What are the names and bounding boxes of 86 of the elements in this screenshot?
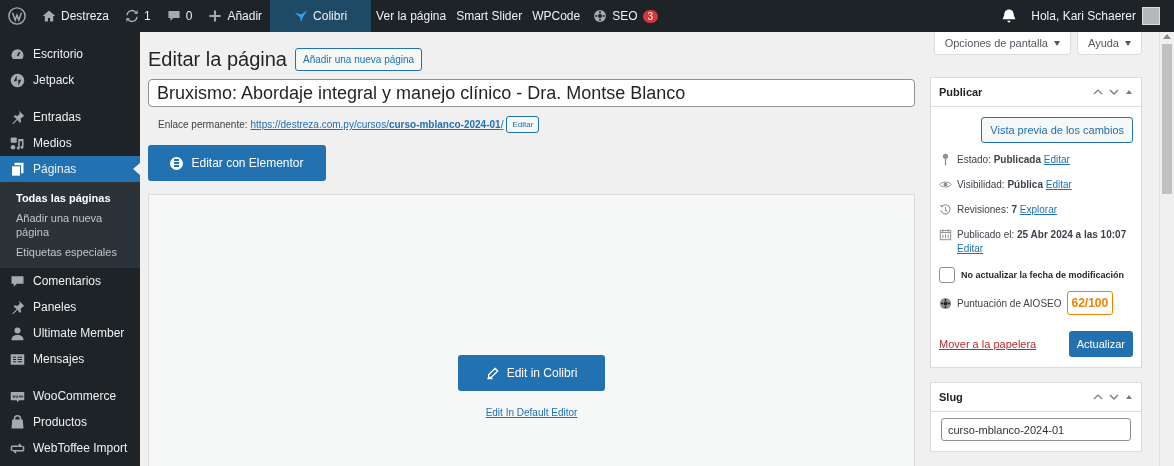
calendar-icon [939, 228, 952, 241]
permalink-label: Enlace permanente: [158, 119, 248, 130]
elementor-logo-icon [170, 156, 184, 170]
plus-icon [208, 9, 223, 23]
bell-icon[interactable] [1001, 8, 1018, 24]
caret-icon [1125, 40, 1131, 46]
seo-score-label: Puntuación de AIOSEO [957, 297, 1062, 309]
sidebar-item[interactable]: Comentarios [0, 268, 140, 294]
list-card-icon [10, 351, 25, 367]
sidebar-item[interactable]: Productos [0, 409, 140, 435]
admin-bar-item[interactable]: Smart Slider [451, 0, 528, 32]
admin-bar-item[interactable]: Ver la página [371, 0, 452, 32]
submenu-item[interactable]: Añadir una nueva página [0, 208, 140, 242]
history-clock-icon [939, 203, 952, 216]
admin-bar-item[interactable]: 0 [158, 0, 201, 32]
seo-score: 62/100 [1066, 291, 1114, 315]
speech-bubble-icon [10, 273, 25, 289]
preview-changes-button[interactable]: Vista previa de los cambios [981, 117, 1133, 143]
sidebar-item[interactable]: Páginas [0, 156, 140, 182]
home-icon [42, 9, 56, 23]
page-heading: Editar la página [148, 48, 287, 71]
chevron-up-icon[interactable] [1093, 87, 1103, 97]
publish-info-text: Revisiones: 7 Explorar [957, 203, 1058, 217]
publish-info-link[interactable]: Explorar [1019, 204, 1058, 215]
edit-permalink-button[interactable]: Editar [506, 116, 540, 133]
swap-arrows-icon [10, 440, 25, 456]
publish-info-link[interactable]: Editar [957, 242, 1127, 256]
hummingbird-icon [294, 9, 309, 23]
submenu-item[interactable]: Etiquetas especiales [0, 242, 140, 262]
slug-field[interactable]: curso-mblanco-2024-01 [941, 418, 1131, 441]
default-editor-link[interactable]: Edit In Default Editor [485, 407, 578, 418]
edit-with-elementor-button[interactable]: Editar con Elementor [148, 145, 326, 181]
sidebar-item[interactable]: Escritorio [0, 41, 140, 67]
screen-tab-button[interactable]: Ayuda [1077, 32, 1142, 55]
publish-info-text: Publicado el: 25 Abr 2024 a las 10:07 Editar [957, 228, 1127, 256]
sidebar-item[interactable]: Paneles [0, 294, 140, 320]
admin-bar-item[interactable]: 1 [117, 0, 159, 32]
chevron-down-icon[interactable] [1109, 87, 1119, 97]
publish-info-text: Visibilidad: Pública Editar [957, 178, 1072, 192]
admin-bar-item[interactable]: Destreza [34, 0, 118, 32]
publish-info-link[interactable]: Editar [1045, 179, 1072, 190]
user-greeting[interactable]: Hola, Kari Schaerer [1031, 9, 1136, 23]
pages-icon [10, 161, 25, 177]
publish-info-link[interactable]: Editar [1043, 154, 1070, 165]
submenu-item[interactable]: Todas las páginas [0, 188, 140, 208]
checkbox-label: No actualizar la fecha de modificación [961, 270, 1125, 280]
publish-info-text: Estado: Publicada Editar [957, 153, 1070, 167]
title-field[interactable]: Bruxismo: Abordaje integral y manejo clínico - Dra. Montse Blanco [148, 79, 915, 107]
permalink-link[interactable]: https://destreza.com.py/cursos/curso-mblanco-2024-01/ [250, 119, 504, 130]
screen-tab-button[interactable]: Opciones de pantalla [933, 32, 1071, 55]
chevron-down-icon[interactable] [1109, 392, 1119, 402]
refresh-icon [125, 9, 140, 23]
admin-bar-item[interactable]: SEO 3 [585, 0, 667, 32]
gauge-icon [10, 46, 25, 62]
update-button[interactable]: Actualizar [1068, 331, 1133, 357]
sidebar-item[interactable]: Medios [0, 130, 140, 156]
admin-bar-item[interactable]: WPCode [527, 0, 586, 32]
caret-icon [1054, 40, 1060, 46]
edit-in-colibri-button[interactable]: Edit in Colibri [458, 355, 605, 391]
move-to-trash-link[interactable]: Mover a la papelera [939, 338, 1037, 350]
notification-count: 3 [642, 9, 659, 23]
sidebar-item[interactable]: Mensajes [0, 346, 140, 372]
eye-icon [939, 178, 952, 191]
speech-bubble-icon [166, 9, 181, 23]
add-new-page-button[interactable]: Añadir una nueva página [295, 48, 423, 71]
sidebar-item[interactable]: WooCommerce [0, 383, 140, 409]
person-icon [10, 325, 25, 341]
wordpress-logo-icon [8, 7, 26, 25]
admin-bar-item[interactable]: Añadir [200, 0, 271, 32]
bag-icon [10, 414, 25, 430]
pushpin-icon [10, 109, 25, 125]
media-icon [10, 135, 25, 151]
sidebar-item[interactable]: WebToffee Import [0, 435, 140, 461]
sidebar-item[interactable]: Ultimate Member [0, 320, 140, 346]
bolt-icon [10, 72, 25, 88]
pointer-notch-icon [133, 163, 140, 175]
sidebar-item[interactable]: Jetpack [0, 67, 140, 93]
pencil-icon [485, 366, 499, 380]
panel-title: Slug [939, 391, 964, 403]
chevron-up-icon[interactable] [1093, 392, 1103, 402]
pushpin-icon [10, 299, 25, 315]
sidebar-item[interactable]: Entradas [0, 104, 140, 130]
panel-title: Publicar [939, 86, 984, 98]
checkbox[interactable] [939, 267, 955, 283]
scrollbar[interactable] [1159, 32, 1174, 466]
admin-bar-item[interactable]: Colibri [270, 0, 372, 32]
